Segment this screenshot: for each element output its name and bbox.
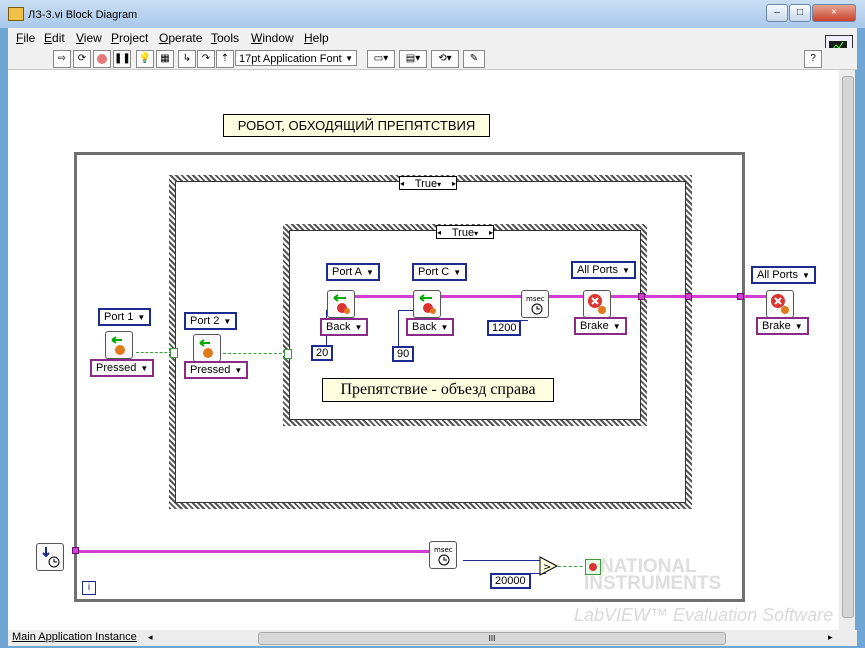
menu-operate[interactable]: Operate <box>159 31 202 45</box>
step-into-icon[interactable]: ↳ <box>178 50 196 68</box>
inner-case-note: Препятствие - объезд справа <box>322 378 554 402</box>
touch-sensor-icon[interactable] <box>105 331 133 359</box>
block-diagram-canvas[interactable]: РОБОТ, ОБХОДЯЩИЙ ПРЕПЯТСТВИЯ i ◂ True▾ ▸ ◂… <box>8 70 839 630</box>
boolean-wire <box>223 353 287 354</box>
minimize-button[interactable]: ‒ <box>766 4 788 22</box>
step-out-icon[interactable]: ⇡ <box>216 50 234 68</box>
highlight-execution-icon[interactable]: 💡 <box>136 50 154 68</box>
tunnel <box>737 293 744 300</box>
close-button[interactable]: × <box>812 4 856 22</box>
ni-watermark: NATIONAL INSTRUMENTS <box>584 556 722 594</box>
context-help-icon[interactable]: ? <box>804 50 822 68</box>
horizontal-scroll-thumb[interactable]: III <box>258 632 726 645</box>
menu-file[interactable]: File <box>16 31 35 45</box>
menu-window[interactable]: Window <box>251 31 294 45</box>
distribute-objects-icon[interactable]: ▤▾ <box>399 50 427 68</box>
reorder-icon[interactable]: ⟲▾ <box>431 50 459 68</box>
sensor1-state-ring[interactable]: Pressed ▼ <box>90 359 155 377</box>
error-wire-loop <box>78 550 433 553</box>
sensor2-port-ring[interactable]: Port 2 ▼ <box>184 312 238 330</box>
evaluation-watermark: LabVIEW™ Evaluation Software <box>574 605 834 625</box>
motorC-power-constant[interactable]: 90 <box>392 346 415 362</box>
sensor1-port-ring[interactable]: Port 1 ▼ <box>98 308 152 326</box>
wait-msec-icon[interactable]: msec <box>521 290 549 318</box>
run-continuous-icon[interactable]: ⟳ <box>73 50 91 68</box>
maximize-button[interactable]: □ <box>789 4 811 22</box>
sensor2-state-ring[interactable]: Pressed ▼ <box>184 361 249 379</box>
timer-start-icon[interactable] <box>36 543 64 571</box>
retain-wire-values-icon[interactable]: ▦ <box>156 50 174 68</box>
toolbar: ⇨ ⟳ ❚❚ 💡 ▦ ↳ ↷ ⇡ 17pt Application Font ▼ … <box>8 48 857 70</box>
window-title: ЛЗ-3.vi Block Diagram <box>28 9 138 21</box>
step-over-icon[interactable]: ↷ <box>197 50 215 68</box>
scroll-right-icon[interactable]: ▸ <box>828 632 833 643</box>
tunnel <box>638 293 645 300</box>
title-bar: ЛЗ-3.vi Block Diagram ‒ □ × <box>0 0 865 28</box>
menu-view[interactable]: View <box>76 31 102 45</box>
align-objects-icon[interactable]: ▭▾ <box>367 50 395 68</box>
numeric-wire <box>463 560 543 561</box>
motorA-direction-ring[interactable]: Back ▼ <box>320 318 369 336</box>
run-arrow-icon[interactable]: ⇨ <box>53 50 71 68</box>
svg-text:>: > <box>543 562 551 573</box>
stop-inner-mode-ring[interactable]: Brake ▼ <box>574 317 627 335</box>
motorC-direction-ring[interactable]: Back ▼ <box>406 318 455 336</box>
status-bar: Main Application Instance ◂ III ▸ <box>8 630 857 646</box>
menu-tools[interactable]: Tools <box>211 31 239 45</box>
time-limit-constant[interactable]: 20000 <box>490 573 531 589</box>
tick-count-icon[interactable]: msec <box>429 541 457 569</box>
vertical-scroll-thumb[interactable] <box>842 76 854 618</box>
menu-edit[interactable]: Edit <box>44 31 65 45</box>
case-selector-terminal <box>284 349 292 359</box>
motor-icon[interactable] <box>327 290 355 318</box>
tick-count-label: msec <box>434 546 453 554</box>
pause-icon[interactable]: ❚❚ <box>113 50 131 68</box>
font-select[interactable]: 17pt Application Font ▼ <box>235 50 357 66</box>
wait-msec-label: msec <box>526 295 545 303</box>
stop-outer-mode-ring[interactable]: Brake ▼ <box>756 317 809 335</box>
clean-up-diagram-icon[interactable]: ✎ <box>463 50 485 68</box>
numeric-wire <box>398 310 399 347</box>
menu-bar: File Edit View Project Operate Tools Win… <box>8 28 857 48</box>
wait-time-constant[interactable]: 1200 <box>487 320 522 336</box>
motor-stop-icon[interactable] <box>583 290 611 318</box>
menu-project[interactable]: Project <box>111 31 148 45</box>
stop-outer-port-ring[interactable]: All Ports ▼ <box>751 266 816 284</box>
greater-than-icon[interactable]: > <box>539 556 559 581</box>
motor-stop-icon[interactable] <box>766 290 794 318</box>
touch-sensor-icon[interactable] <box>193 334 221 362</box>
outer-case-selector[interactable]: ◂ True▾ ▸ <box>399 176 457 190</box>
shift-register <box>72 547 79 554</box>
tunnel <box>685 293 692 300</box>
case-selector-terminal <box>170 348 178 358</box>
diagram-heading: РОБОТ, ОБХОДЯЩИЙ ПРЕПЯТСТВИЯ <box>223 114 490 137</box>
stop-inner-port-ring[interactable]: All Ports ▼ <box>571 261 636 279</box>
labview-vi-icon <box>8 7 24 21</box>
scroll-left-icon[interactable]: ◂ <box>148 632 153 643</box>
motorA-port-ring[interactable]: Port A ▼ <box>326 263 380 281</box>
motorA-power-constant[interactable]: 20 <box>311 345 334 361</box>
boolean-wire <box>136 352 172 353</box>
motorC-port-ring[interactable]: Port C ▼ <box>412 263 468 281</box>
motor-icon[interactable] <box>413 290 441 318</box>
loop-iteration-terminal: i <box>82 581 96 595</box>
application-instance-label[interactable]: Main Application Instance <box>12 631 137 643</box>
inner-case-selector[interactable]: ◂ True▾ ▸ <box>436 225 494 239</box>
menu-help[interactable]: Help <box>304 31 329 45</box>
vertical-scrollbar[interactable] <box>839 70 855 630</box>
abort-icon[interactable] <box>93 50 111 68</box>
